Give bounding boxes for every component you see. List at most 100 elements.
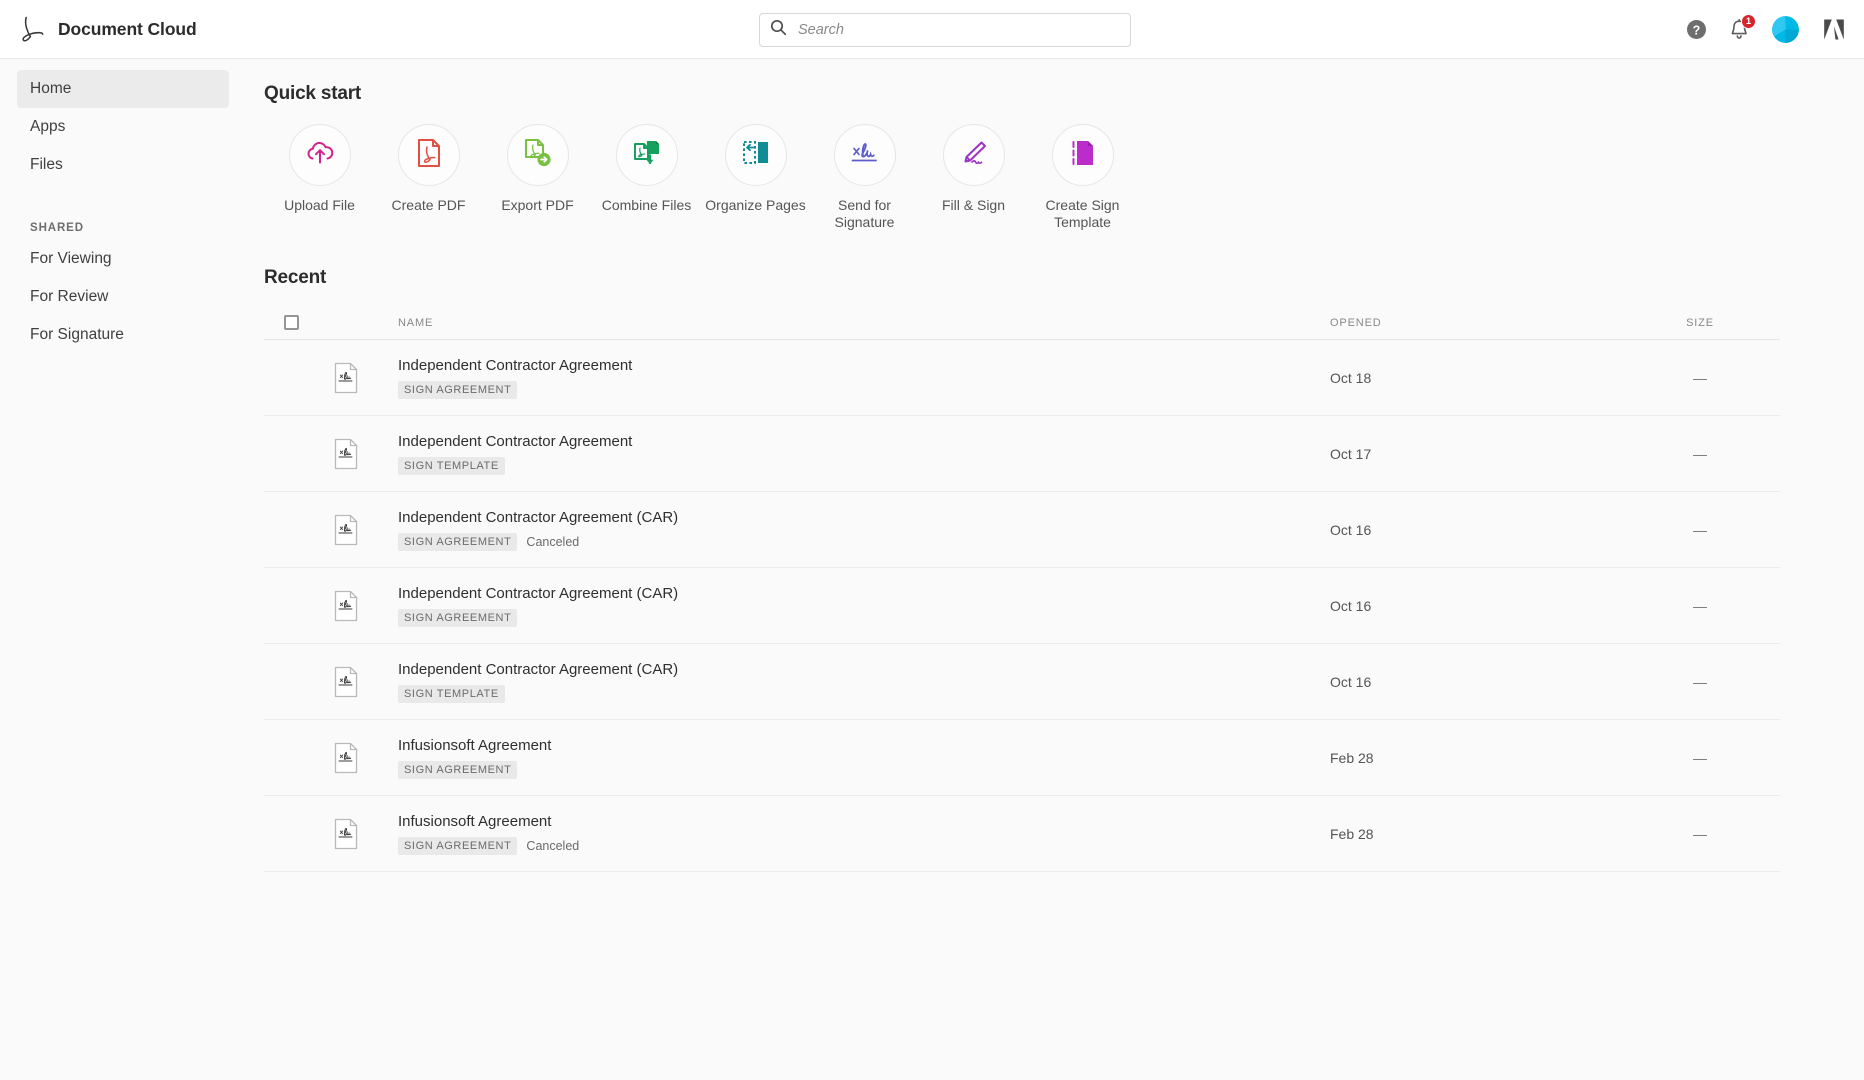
quick-start-icon-circle bbox=[506, 124, 569, 186]
sidebar-group-shared-label: SHARED bbox=[30, 222, 84, 234]
file-status: Canceled bbox=[526, 838, 580, 853]
file-name: Independent Contractor Agreement (CAR) bbox=[398, 584, 679, 602]
combine-files-icon bbox=[632, 138, 662, 173]
quick-start-label: Combine Files bbox=[601, 197, 692, 213]
cloud-upload-icon bbox=[305, 139, 335, 172]
file-type-badge: SIGN AGREEMENT bbox=[398, 760, 518, 779]
quick-start-create-pdf[interactable]: Create PDF bbox=[374, 124, 483, 231]
table-row[interactable]: Independent Contractor Agreement SIGN AG… bbox=[264, 340, 1780, 416]
sidebar-item-home[interactable]: Home bbox=[17, 70, 229, 108]
file-name: Independent Contractor Agreement (CAR) bbox=[398, 660, 679, 678]
file-type-badge: SIGN AGREEMENT bbox=[398, 608, 518, 627]
quick-start-upload-file[interactable]: Upload File bbox=[265, 124, 374, 231]
sidebar-item-for-viewing[interactable]: For Viewing bbox=[17, 240, 229, 278]
file-opened-date: Oct 17 bbox=[1330, 445, 1372, 462]
table-row[interactable]: Infusionsoft Agreement SIGN AGREEMENT Fe… bbox=[264, 720, 1780, 796]
sign-document-icon bbox=[330, 514, 398, 546]
pdf-document-icon bbox=[416, 138, 442, 173]
search-container[interactable] bbox=[759, 13, 1131, 47]
quick-start-fill-and-sign[interactable]: Fill & Sign bbox=[919, 124, 1028, 231]
quick-start-create-sign-template[interactable]: Create Sign Template bbox=[1028, 124, 1137, 231]
file-meta: SIGN AGREEMENT bbox=[398, 760, 1330, 779]
search-box[interactable] bbox=[759, 13, 1131, 47]
notification-count-badge: 1 bbox=[1741, 13, 1756, 29]
quick-start-export-pdf[interactable]: Export PDF bbox=[483, 124, 592, 231]
file-opened-date: Oct 18 bbox=[1330, 369, 1372, 386]
quick-start-label: Organize Pages bbox=[705, 197, 806, 213]
table-row[interactable]: Independent Contractor Agreement (CAR) S… bbox=[264, 644, 1780, 720]
sidebar-item-label: Files bbox=[30, 156, 63, 173]
header-actions: ? 1 bbox=[1686, 0, 1847, 59]
brand-title: Document Cloud bbox=[58, 18, 197, 39]
file-info-cell: Independent Contractor Agreement SIGN TE… bbox=[398, 433, 1330, 475]
file-meta: SIGN AGREEMENT Canceled bbox=[398, 532, 1330, 551]
file-info-cell: Infusionsoft Agreement SIGN AGREEMENT Ca… bbox=[398, 813, 1330, 855]
app-header: Document Cloud ? 1 bbox=[0, 0, 1864, 59]
quick-start-label: Fill & Sign bbox=[941, 197, 1006, 213]
sign-document-icon bbox=[330, 666, 398, 698]
main-content: Quick start Upload File Create PDF Expor… bbox=[248, 59, 1864, 1080]
file-info-cell: Infusionsoft Agreement SIGN AGREEMENT bbox=[398, 737, 1330, 779]
sign-template-icon bbox=[1069, 138, 1097, 173]
file-info-cell: Independent Contractor Agreement (CAR) S… bbox=[398, 509, 1330, 551]
quick-start-row: Upload File Create PDF Export PDF Combin… bbox=[264, 124, 1780, 231]
quick-start-icon-circle bbox=[615, 124, 678, 186]
select-all-checkbox[interactable] bbox=[284, 315, 299, 330]
file-size: — bbox=[1693, 749, 1707, 766]
table-header-row: NAME OPENED SIZE bbox=[264, 306, 1780, 340]
column-header-opened[interactable]: OPENED bbox=[1330, 317, 1620, 329]
column-header-name[interactable]: NAME bbox=[398, 317, 1330, 329]
quick-start-label: Upload File bbox=[284, 197, 355, 213]
sidebar: Home Apps Files SHARED For Viewing For R… bbox=[0, 59, 248, 1080]
table-row[interactable]: Independent Contractor Agreement SIGN TE… bbox=[264, 416, 1780, 492]
quick-start-combine-files[interactable]: Combine Files bbox=[592, 124, 701, 231]
sidebar-item-label: Apps bbox=[30, 118, 66, 135]
file-meta: SIGN TEMPLATE bbox=[398, 456, 1330, 475]
export-pdf-icon bbox=[523, 138, 553, 173]
file-opened-date: Feb 28 bbox=[1330, 825, 1374, 842]
sidebar-item-for-signature[interactable]: For Signature bbox=[17, 316, 229, 354]
file-size: — bbox=[1693, 369, 1707, 386]
sidebar-item-label: Home bbox=[30, 80, 72, 97]
quick-start-icon-circle bbox=[1051, 124, 1114, 186]
file-type-badge: SIGN AGREEMENT bbox=[398, 836, 518, 855]
search-icon bbox=[770, 19, 787, 41]
recent-files-table: NAME OPENED SIZE Independent Contractor … bbox=[264, 306, 1780, 872]
quick-start-icon-circle bbox=[724, 124, 787, 186]
file-type-badge: SIGN TEMPLATE bbox=[398, 684, 505, 703]
file-name: Infusionsoft Agreement bbox=[398, 812, 552, 830]
file-opened-date: Oct 16 bbox=[1330, 521, 1372, 538]
sidebar-item-apps[interactable]: Apps bbox=[17, 108, 229, 146]
sign-document-icon bbox=[330, 818, 398, 850]
file-meta: SIGN AGREEMENT bbox=[398, 608, 1330, 627]
file-opened-date: Oct 16 bbox=[1330, 673, 1372, 690]
notifications-bell-icon[interactable]: 1 bbox=[1729, 13, 1756, 41]
file-meta: SIGN TEMPLATE bbox=[398, 684, 1330, 703]
select-all-cell bbox=[264, 315, 330, 330]
file-meta: SIGN AGREEMENT bbox=[398, 380, 1330, 399]
file-name: Independent Contractor Agreement bbox=[398, 356, 633, 374]
sign-document-icon bbox=[330, 590, 398, 622]
table-row[interactable]: Independent Contractor Agreement (CAR) S… bbox=[264, 492, 1780, 568]
column-header-size[interactable]: SIZE bbox=[1620, 317, 1780, 329]
quick-start-organize-pages[interactable]: Organize Pages bbox=[701, 124, 810, 231]
sign-document-icon bbox=[330, 742, 398, 774]
file-type-badge: SIGN AGREEMENT bbox=[398, 380, 518, 399]
sidebar-item-files[interactable]: Files bbox=[17, 146, 229, 184]
svg-text:?: ? bbox=[1693, 23, 1701, 37]
file-size: — bbox=[1693, 521, 1707, 538]
sidebar-item-for-review[interactable]: For Review bbox=[17, 278, 229, 316]
signature-icon bbox=[849, 140, 881, 171]
search-input[interactable] bbox=[796, 21, 1120, 39]
recent-title: Recent bbox=[264, 267, 327, 288]
table-row[interactable]: Infusionsoft Agreement SIGN AGREEMENT Ca… bbox=[264, 796, 1780, 872]
quick-start-send-for-signature[interactable]: Send for Signature bbox=[810, 124, 919, 231]
file-type-badge: SIGN TEMPLATE bbox=[398, 456, 505, 475]
file-info-cell: Independent Contractor Agreement SIGN AG… bbox=[398, 357, 1330, 399]
quick-start-label: Create Sign Template bbox=[1045, 197, 1120, 230]
help-icon[interactable]: ? bbox=[1686, 19, 1707, 40]
quick-start-title: Quick start bbox=[264, 83, 362, 104]
avatar[interactable] bbox=[1772, 16, 1799, 43]
brand[interactable]: Document Cloud bbox=[0, 14, 197, 44]
table-row[interactable]: Independent Contractor Agreement (CAR) S… bbox=[264, 568, 1780, 644]
